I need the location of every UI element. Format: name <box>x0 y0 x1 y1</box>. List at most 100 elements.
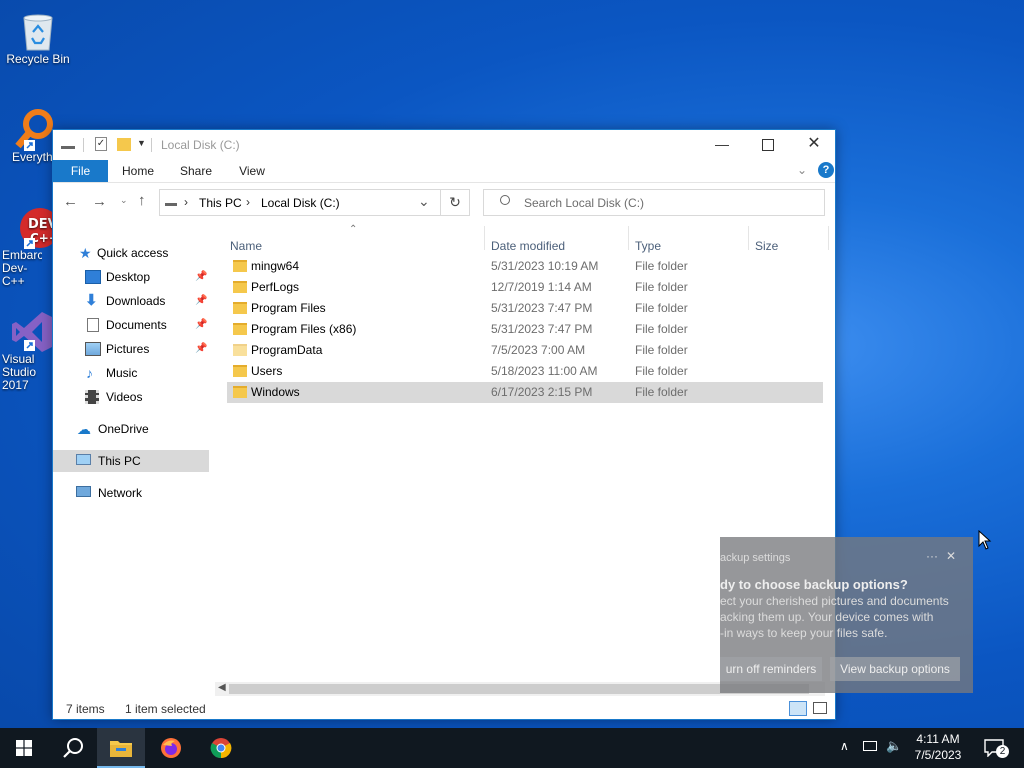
breadcrumb-this-pc[interactable]: This PC <box>199 196 242 210</box>
more-options-icon[interactable]: ··· <box>926 549 938 563</box>
taskbar-search-button[interactable] <box>48 728 96 768</box>
nav-onedrive[interactable]: ☁ OneDrive <box>53 418 209 440</box>
properties-check-icon[interactable]: ✓ <box>95 137 107 151</box>
visual-studio-icon <box>10 310 54 352</box>
column-divider[interactable] <box>748 226 749 250</box>
tab-share[interactable]: Share <box>171 160 221 182</box>
search-box[interactable]: Search Local Disk (C:) <box>483 189 825 216</box>
download-arrow-icon: ⬇ <box>85 292 98 309</box>
column-header-name[interactable]: Name <box>230 236 480 256</box>
column-header-type[interactable]: Type <box>635 236 735 256</box>
folder-icon <box>233 344 247 356</box>
expand-ribbon-icon[interactable]: ⌄ <box>797 163 807 177</box>
nav-quick-access[interactable]: ★ Quick access <box>53 242 209 264</box>
search-input[interactable]: Search Local Disk (C:) <box>524 196 644 210</box>
tab-file[interactable]: File <box>53 160 108 182</box>
volume-muted-icon[interactable]: 🔈 <box>886 738 902 754</box>
toast-close-icon[interactable]: ✕ <box>946 549 956 563</box>
desktop-icon-label: Embarcadero Dev-C++ <box>2 249 42 288</box>
clock-date: 7/5/2023 <box>914 748 962 762</box>
breadcrumb-local-disk[interactable]: Local Disk (C:) <box>261 196 340 210</box>
notification-count-badge: 2 <box>996 745 1009 758</box>
backup-notification-toast[interactable]: ackup settings ··· ✕ dy to choose backup… <box>720 537 973 693</box>
column-divider[interactable] <box>828 226 829 250</box>
taskbar-chrome[interactable] <box>197 728 245 768</box>
nav-desktop[interactable]: Desktop 📌 <box>53 266 209 288</box>
nav-pictures[interactable]: Pictures 📌 <box>53 338 209 360</box>
folder-icon <box>233 260 247 272</box>
chrome-icon <box>210 738 232 759</box>
star-icon: ★ <box>79 245 92 261</box>
drive-icon <box>61 139 75 149</box>
file-row[interactable]: Program Files 5/31/2023 7:47 PM File fol… <box>227 298 823 319</box>
action-center-button[interactable]: 2 <box>974 728 1022 768</box>
file-row[interactable]: ProgramData 7/5/2023 7:00 AM File folder <box>227 340 823 361</box>
nav-videos[interactable]: Videos <box>53 386 209 408</box>
file-row[interactable]: PerfLogs 12/7/2019 1:14 AM File folder <box>227 277 823 298</box>
pin-icon: 📌 <box>195 271 208 282</box>
network-status-icon[interactable] <box>863 741 877 751</box>
recycle-bin-icon <box>18 10 58 51</box>
desktop-icon <box>85 270 101 284</box>
nav-this-pc[interactable]: This PC <box>53 450 209 472</box>
window-title: Local Disk (C:) <box>161 138 240 152</box>
taskbar-file-explorer[interactable] <box>97 728 145 768</box>
nav-downloads[interactable]: ⬇ Downloads 📌 <box>53 290 209 312</box>
minimize-button[interactable]: — <box>699 130 745 160</box>
large-icons-view-icon[interactable] <box>813 702 827 714</box>
view-backup-options-button[interactable]: View backup options <box>830 657 960 681</box>
show-hidden-icons-icon[interactable]: ∧ <box>840 739 849 753</box>
file-explorer-window[interactable]: ✓ ▼ Local Disk (C:) — ✕ File Home Share … <box>52 129 836 720</box>
file-row[interactable]: mingw64 5/31/2023 10:19 AM File folder <box>227 256 823 277</box>
breadcrumb-separator-icon: › <box>246 195 250 209</box>
documents-icon <box>87 318 99 332</box>
start-button[interactable] <box>0 728 48 768</box>
nav-network[interactable]: Network <box>53 482 209 504</box>
refresh-button[interactable]: ↻ <box>441 189 470 216</box>
toast-body-line: acking them up. Your device comes with <box>720 610 934 624</box>
help-icon[interactable]: ? <box>818 162 834 178</box>
desktop-icon-label: Recycle Bin <box>6 52 70 66</box>
new-folder-icon[interactable] <box>117 138 131 151</box>
toast-body-line: ect your cherished pictures and document… <box>720 594 949 608</box>
pin-icon: 📌 <box>195 343 208 354</box>
file-row[interactable]: Program Files (x86) 5/31/2023 7:47 PM Fi… <box>227 319 823 340</box>
address-dropdown-icon[interactable]: ⌄ <box>418 193 430 210</box>
folder-icon <box>233 281 247 293</box>
search-icon <box>500 195 510 205</box>
column-divider[interactable] <box>484 226 485 250</box>
nav-music[interactable]: ♪ Music <box>53 362 209 384</box>
mouse-cursor-icon <box>978 530 992 550</box>
music-note-icon: ♪ <box>86 365 93 381</box>
nav-documents[interactable]: Documents 📌 <box>53 314 209 336</box>
details-view-icon[interactable] <box>789 701 807 716</box>
title-bar[interactable]: ✓ ▼ Local Disk (C:) — ✕ <box>53 130 835 160</box>
desktop-icon-recycle-bin[interactable]: Recycle Bin <box>0 10 76 66</box>
tab-view[interactable]: View <box>227 160 277 182</box>
pin-icon: 📌 <box>195 295 208 306</box>
maximize-button[interactable] <box>745 130 791 160</box>
recent-locations-icon[interactable]: ⌄ <box>120 195 128 206</box>
back-icon[interactable]: ← <box>63 193 78 210</box>
close-button[interactable]: ✕ <box>791 130 835 160</box>
column-header-date[interactable]: Date modified <box>491 236 621 256</box>
qat-separator <box>83 138 84 152</box>
pictures-icon <box>85 342 101 356</box>
taskbar-firefox[interactable] <box>147 728 195 768</box>
selection-count: 1 item selected <box>125 702 206 716</box>
file-explorer-icon <box>110 741 132 757</box>
desktop-icon-label: Visual Studio 2017 <box>2 353 37 392</box>
column-header-size[interactable]: Size <box>755 236 815 256</box>
scroll-left-icon[interactable]: ◀ <box>218 682 226 693</box>
qat-dropdown-icon[interactable]: ▼ <box>137 138 146 148</box>
forward-icon[interactable]: → <box>92 193 107 210</box>
file-row[interactable]: Users 5/18/2023 11:00 AM File folder <box>227 361 823 382</box>
taskbar-clock[interactable]: 4:11 AM 7/5/2023 <box>906 731 970 763</box>
column-divider[interactable] <box>628 226 629 250</box>
turn-off-reminders-button[interactable]: urn off reminders <box>720 657 822 681</box>
file-row-selected[interactable]: Windows 6/17/2023 2:15 PM File folder <box>227 382 823 403</box>
pin-icon: 📌 <box>195 319 208 330</box>
tab-home[interactable]: Home <box>113 160 163 182</box>
up-icon[interactable]: ↑ <box>138 192 146 209</box>
address-bar[interactable]: › This PC › Local Disk (C:) ⌄ <box>159 189 441 216</box>
